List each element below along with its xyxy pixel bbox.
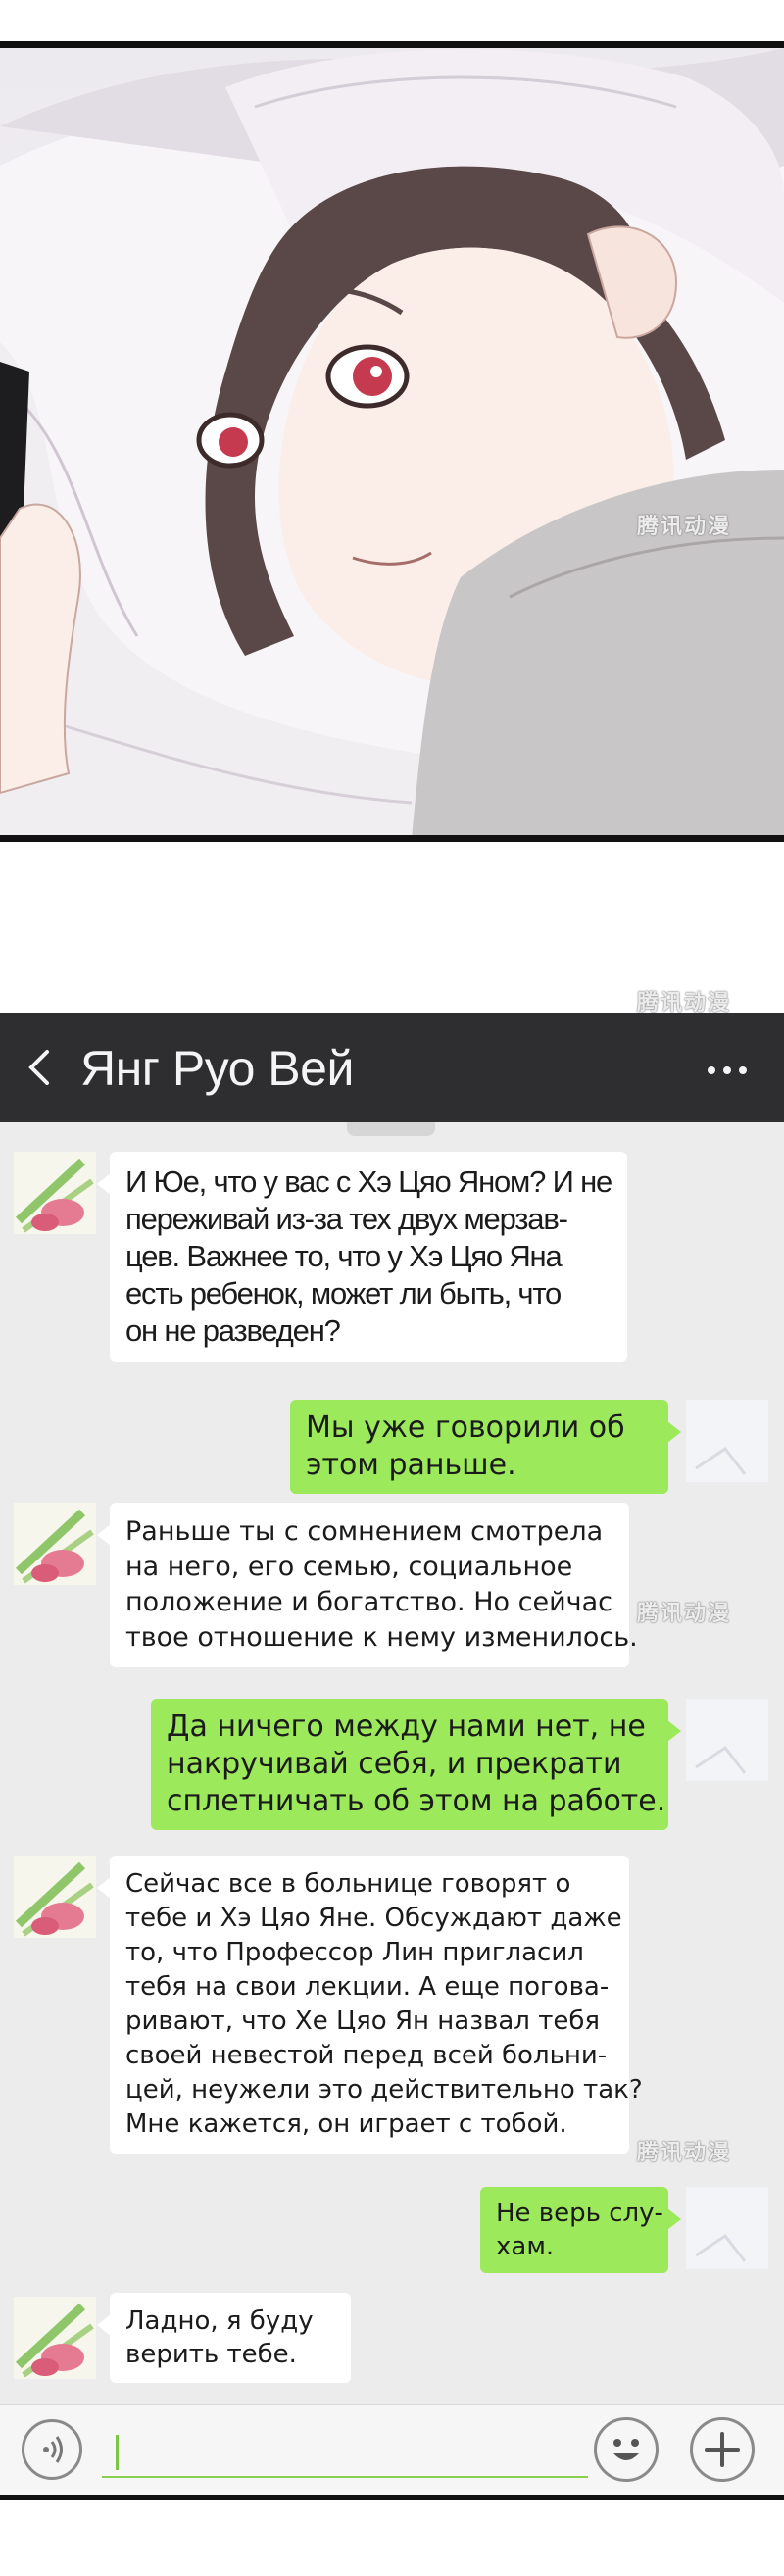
manga-illustration (0, 48, 784, 838)
watermark: 腾讯动漫 (637, 2141, 732, 2165)
message-line: тебе и Хэ Цяо Яне. Обсуждают даже (125, 1904, 622, 1933)
plus-button[interactable] (690, 2417, 755, 2482)
voice-button[interactable] (22, 2419, 82, 2480)
back-button[interactable] (18, 1042, 63, 1093)
panel-border-bottom (0, 2495, 784, 2500)
watermark: 腾讯动漫 (637, 515, 732, 539)
message-bubble-outgoing: Не верь слу- хам. (480, 2187, 681, 2273)
panel-border-bottom (0, 835, 784, 842)
user-avatar-icon (686, 2187, 768, 2269)
message-line: ривают, что Хе Цяо Ян назвал тебя (125, 2006, 601, 2036)
message-line: он не разведен? (125, 1313, 341, 1348)
message-line: цев. Важнее то, что у Хэ Цяо Яна (125, 1239, 563, 1273)
chat-title: Янг Руо Вей (80, 1041, 354, 1096)
my-avatar[interactable] (686, 1400, 768, 1482)
text-cursor (116, 2435, 119, 2470)
message-line: накручивай себя, и прекрати (167, 1747, 622, 1781)
message-line: Сейчас все в больнице говорят о (125, 1869, 571, 1899)
message-line: есть ребенок, может ли быть, что (125, 1276, 562, 1311)
message-bubble-outgoing: Мы уже говорили об этом раньше. (290, 1400, 681, 1494)
chat-header: Янг Руо Вей (0, 1013, 784, 1122)
more-button[interactable] (708, 1062, 755, 1075)
contact-avatar[interactable] (14, 1856, 96, 1938)
message-input[interactable] (102, 2427, 588, 2478)
message-line: Раньше ты с сомнением смотрела (125, 1516, 604, 1547)
message-line: Мне кажется, он играет с тобой. (125, 2109, 567, 2139)
message-line: то, что Профессор Лин пригласил (125, 1938, 584, 1967)
contact-avatar[interactable] (14, 2297, 96, 2379)
message-bubble-incoming: И Юе, что у вас с Хэ Цяо Яном? И не пере… (97, 1152, 627, 1362)
message-line: твое отношение к нему изменилось. (125, 1622, 638, 1653)
contact-avatar[interactable] (14, 1503, 96, 1585)
message-line: тебя на свои лекции. А еще погова- (125, 1972, 610, 2002)
message-line: Да ничего между нами нет, не (167, 1709, 646, 1744)
message-input-bar (0, 2404, 784, 2496)
more-dots-icon (708, 1062, 755, 1079)
message-line: И Юе, что у вас с Хэ Цяо Яном? И не (125, 1164, 612, 1199)
bamboo-avatar-icon (14, 1856, 96, 1938)
panel-border-top (0, 41, 784, 48)
message-line: переживай из-за тех двух мерзав- (125, 1202, 568, 1236)
message-line: цей, неужели это действительно так? (125, 2075, 643, 2105)
message-line: этом раньше. (306, 1448, 516, 1482)
message-bubble-incoming: Раньше ты с сомнением смотрела на него, … (97, 1503, 638, 1667)
message-bubble-incoming: Сейчас все в больнице говорят о тебе и Х… (97, 1856, 643, 2154)
manga-panel: 腾讯动漫 (0, 48, 784, 838)
message-line: положение и богатство. Но сейчас (125, 1587, 612, 1617)
emoji-icon (613, 2439, 639, 2460)
message-bubble-incoming: Ладно, я буду верить тебе. (97, 2293, 351, 2383)
message-line: Мы уже говорили об (306, 1411, 625, 1445)
message-line: верить тебе. (125, 2340, 297, 2369)
message-line: Не верь слу- (496, 2199, 663, 2228)
message-bubble-outgoing: Да ничего между нами нет, не накручивай … (151, 1699, 681, 1830)
user-avatar-icon (686, 1699, 768, 1781)
timestamp-pill (347, 1122, 435, 1136)
message-line: на него, его семью, социальное (125, 1552, 573, 1582)
watermark: 腾讯动漫 (637, 1602, 732, 1626)
user-avatar-icon (686, 1400, 768, 1482)
my-avatar[interactable] (686, 1699, 768, 1781)
contact-avatar[interactable] (14, 1152, 96, 1234)
message-line: Ладно, я буду (125, 2306, 314, 2336)
bamboo-avatar-icon (14, 1503, 96, 1585)
bamboo-avatar-icon (14, 1152, 96, 1234)
chevron-left-icon (28, 1050, 49, 1085)
my-avatar[interactable] (686, 2187, 768, 2269)
message-line: сплетничать об этом на работе. (167, 1784, 666, 1818)
message-line: хам. (496, 2232, 555, 2261)
emoji-button[interactable] (594, 2417, 659, 2482)
bamboo-avatar-icon (14, 2297, 96, 2379)
voice-icon (43, 2436, 63, 2463)
plus-icon (705, 2432, 740, 2467)
chat-screen: Янг Руо Вей И Юе, что у вас с Хэ Цяо Яно… (0, 1013, 784, 2496)
message-line: своей невестой перед всей больни- (125, 2041, 608, 2070)
